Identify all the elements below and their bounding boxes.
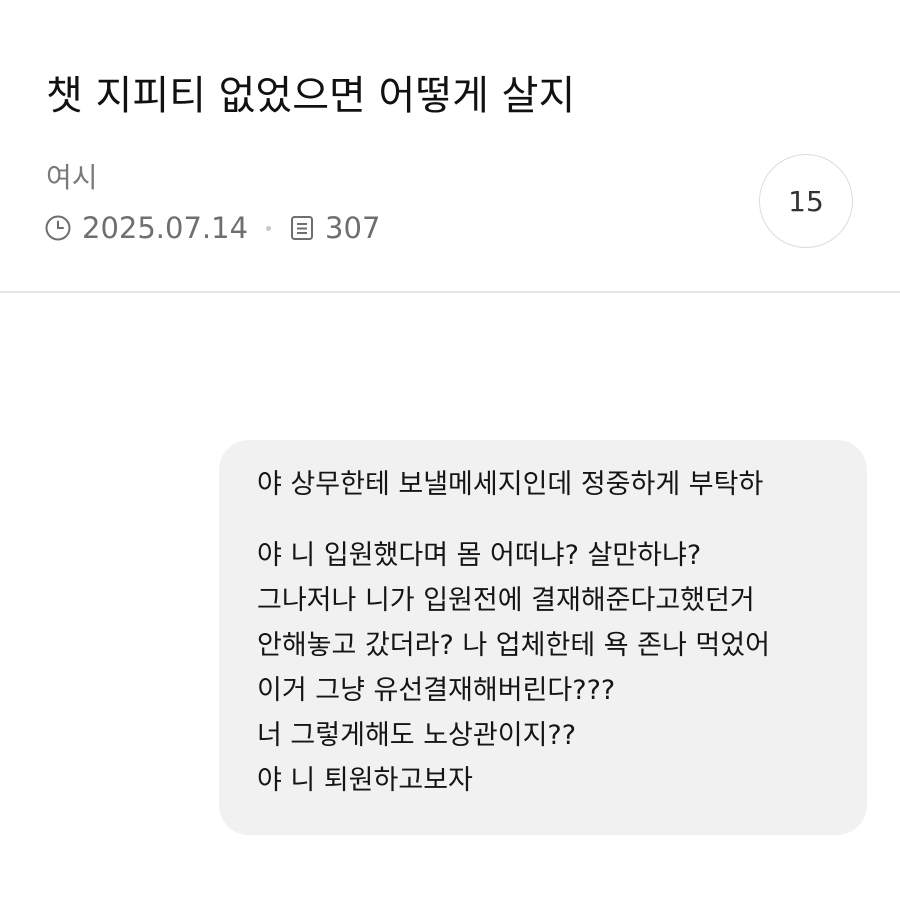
post-date: 2025.07.14 — [82, 211, 249, 245]
post-title: 챗 지피티 없었으면 어떻게 살지 — [46, 73, 576, 119]
message-line: 그나저나 니가 입원전에 결재해준다고했던거 — [257, 585, 755, 616]
message-line: 야 니 입원했다며 몸 어떠냐? 살만하냐? — [257, 540, 702, 571]
comment-count-label: 15 — [788, 184, 824, 218]
message-line: 이거 그냥 유선결재해버린다??? — [257, 675, 616, 706]
message-line: 안해놓고 갔더라? 나 업체한테 욕 존나 먹었어 — [257, 630, 770, 661]
chat-message-bubble: 야 상무한테 보낼메세지인데 정중하게 부탁하 야 니 입원했다며 몸 어떠냐?… — [219, 440, 867, 835]
document-icon — [289, 215, 325, 241]
comment-count-button[interactable]: 15 — [759, 154, 853, 248]
view-count: 307 — [325, 211, 381, 245]
header-divider — [0, 291, 900, 293]
clock-icon — [44, 214, 82, 242]
meta-separator — [266, 225, 272, 231]
message-line: 야 니 퇴원하고보자 — [257, 765, 473, 796]
author-name[interactable]: 여시 — [46, 160, 98, 196]
message-request: 야 상무한테 보낼메세지인데 정중하게 부탁하 — [257, 469, 764, 500]
post-meta: 2025.07.14 307 — [44, 208, 380, 248]
message-line: 너 그렇게해도 노상관이지?? — [257, 720, 577, 751]
